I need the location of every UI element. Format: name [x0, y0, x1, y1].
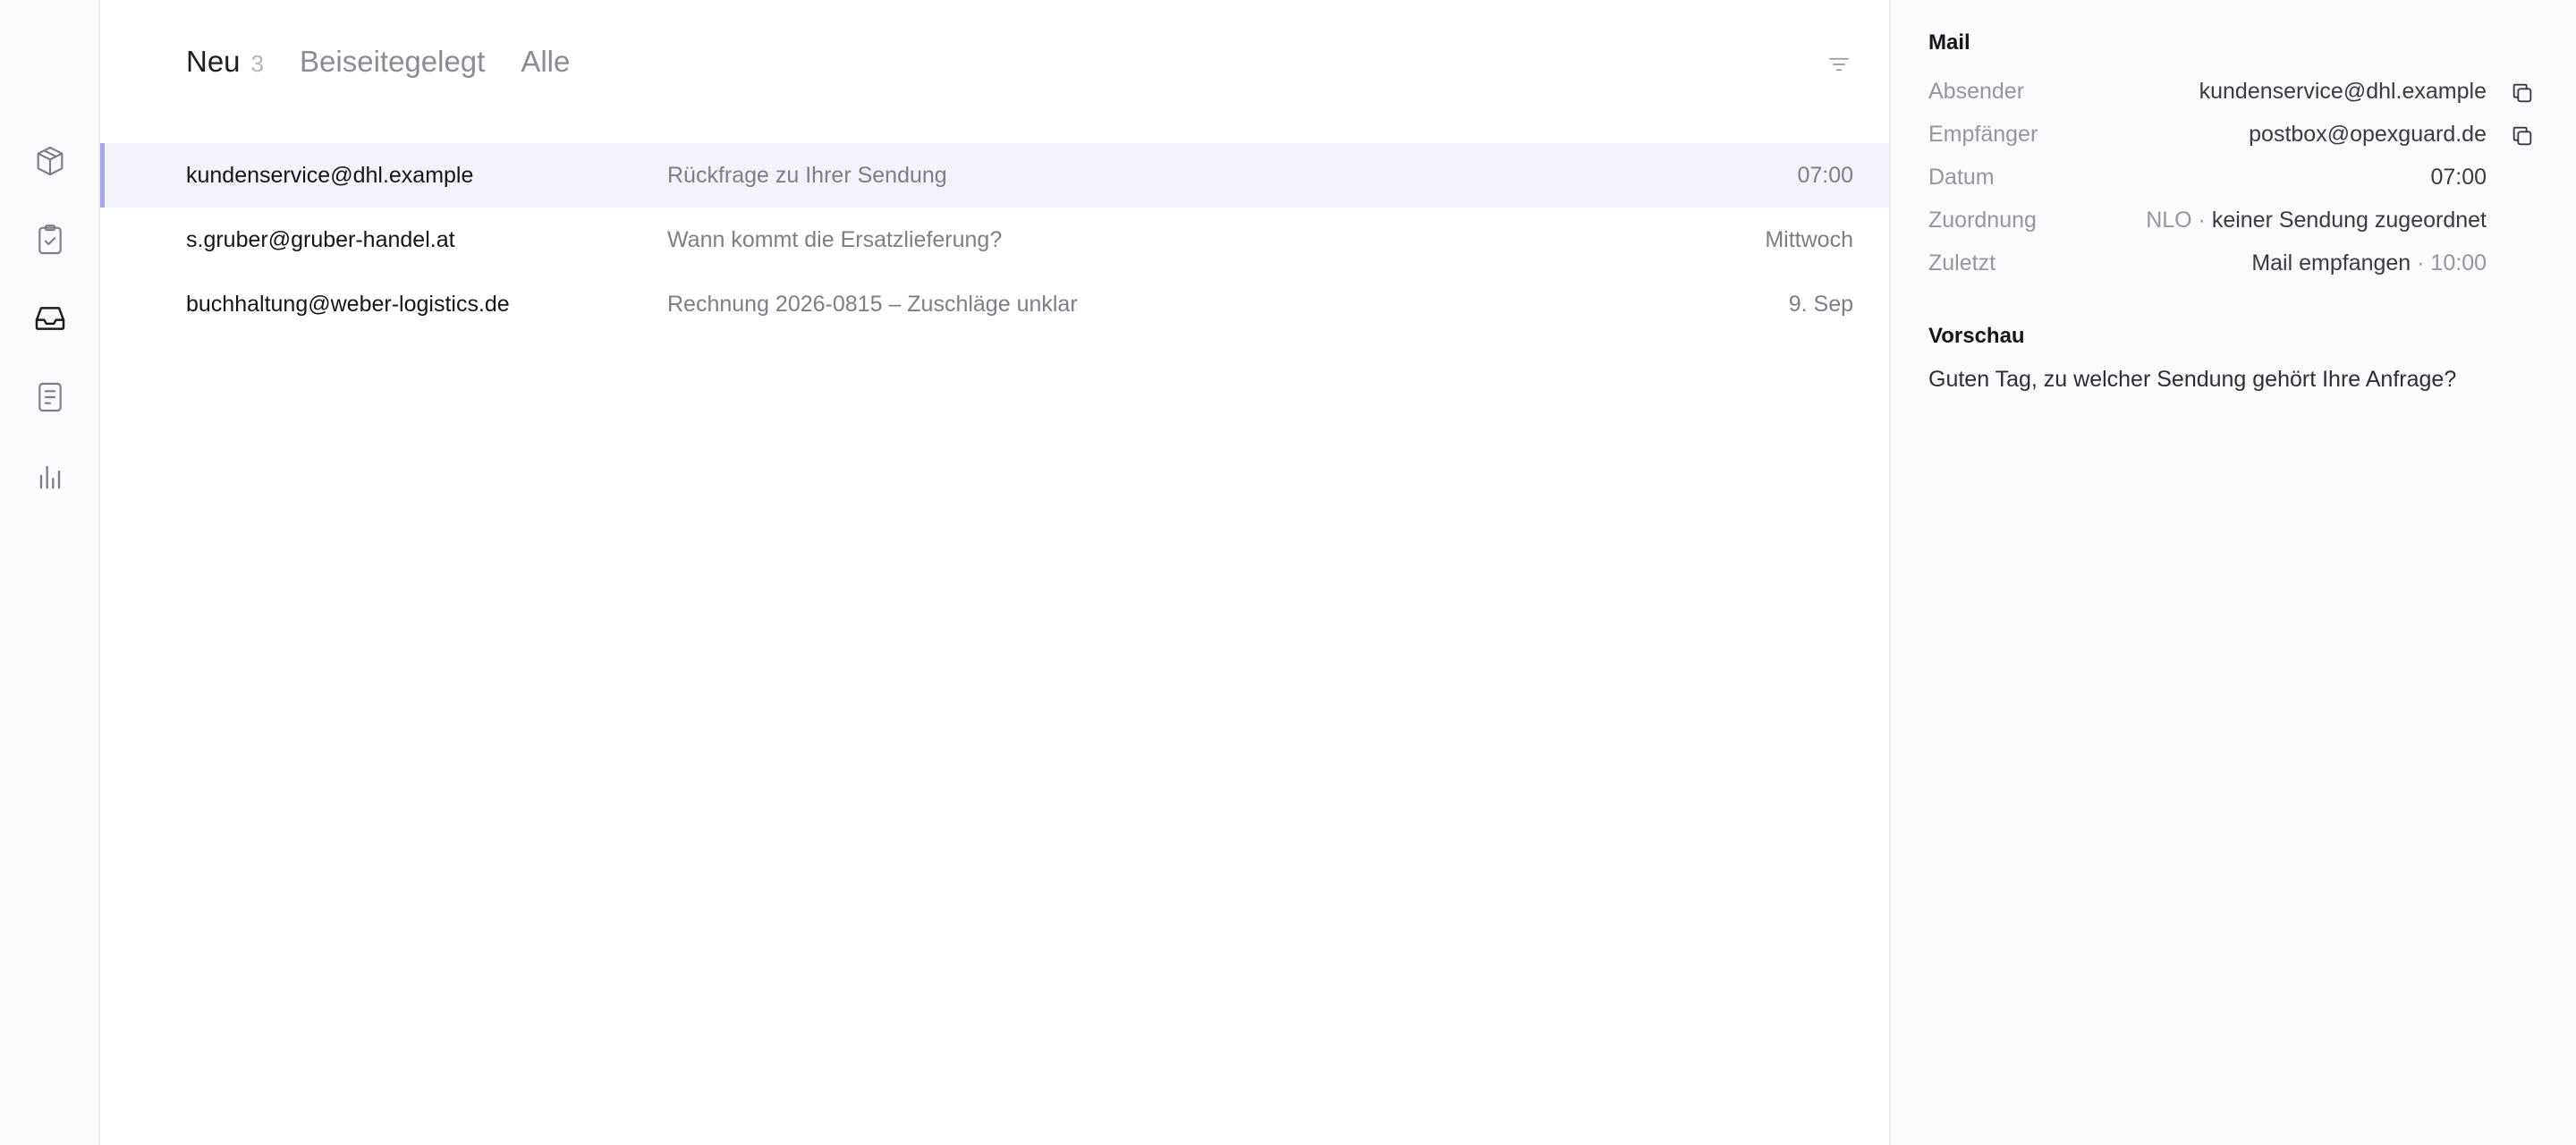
mail-sender: buchhaltung@weber-logistics.de	[186, 292, 510, 317]
package-icon	[37, 146, 64, 176]
mail-subject: Wann kommt die Ersatzlieferung?	[667, 227, 1003, 252]
mail-sender: s.gruber@gruber-handel.at	[186, 227, 455, 252]
mail-subject: Rückfrage zu Ihrer Sendung	[667, 163, 947, 188]
last-activity-time: · 10:00	[2411, 250, 2487, 276]
date-field: Datum 07:00	[1928, 165, 2487, 200]
mail-sender: kundenservice@dhl.example	[186, 163, 474, 188]
detail-title: Mail	[1928, 30, 1970, 55]
mail-subject: Rechnung 2026-0815 – Zuschläge unklar	[667, 292, 1078, 317]
mail-list: kundenservice@dhl.example Rückfrage zu I…	[100, 143, 1889, 336]
sender-field: Absender kundenservice@dhl.example	[1928, 79, 2487, 114]
tab-new-count: 3	[250, 50, 265, 77]
recipient-value: postbox@opexguard.de	[2249, 122, 2487, 147]
assignment-label: Zuordnung	[1928, 208, 2037, 233]
copy-icon	[2512, 126, 2532, 146]
tab-parked[interactable]: Beiseitegelegt	[300, 45, 485, 79]
last-activity-label: Zuletzt	[1928, 250, 1996, 276]
copy-icon	[2512, 83, 2532, 103]
mail-row[interactable]: s.gruber@gruber-handel.at Wann kommt die…	[100, 208, 1889, 272]
last-activity-value-group: Mail empfangen · 10:00	[2251, 250, 2487, 276]
assignment-field: Zuordnung NLO · keiner Sendung zugeordne…	[1928, 208, 2487, 243]
inbox-icon	[35, 307, 65, 330]
copy-recipient-button[interactable]	[2508, 122, 2537, 150]
tab-new[interactable]: Neu	[186, 45, 241, 79]
document-icon	[38, 382, 62, 412]
mail-row[interactable]: kundenservice@dhl.example Rückfrage zu I…	[100, 143, 1889, 208]
tab-all[interactable]: Alle	[521, 45, 570, 79]
filter-icon	[1829, 57, 1849, 72]
mail-detail-panel: Mail Absender kundenservice@dhl.example …	[1889, 0, 2576, 1145]
last-activity-field: Zuletzt Mail empfangen · 10:00	[1928, 250, 2487, 286]
mail-tabs: Neu 3 Beiseitegelegt Alle	[186, 45, 606, 79]
mail-date: Mittwoch	[1765, 227, 1853, 252]
last-activity-value: Mail empfangen	[2251, 250, 2411, 276]
bar-chart-icon	[39, 465, 61, 489]
copy-sender-button[interactable]	[2508, 79, 2537, 107]
recipient-label: Empfänger	[1928, 122, 2038, 147]
assignment-value: keiner Sendung zugeordnet	[2211, 208, 2487, 233]
nav-tasks-button[interactable]	[29, 218, 72, 261]
assignment-value-group: NLO · keiner Sendung zugeordnet	[2146, 208, 2487, 233]
assignment-prefix: NLO ·	[2146, 208, 2212, 233]
recipient-field: Empfänger postbox@opexguard.de	[1928, 122, 2487, 157]
sender-value: kundenservice@dhl.example	[2199, 79, 2487, 104]
preview-title: Vorschau	[1928, 324, 2025, 348]
date-value: 07:00	[2430, 165, 2487, 190]
nav-documents-button[interactable]	[29, 376, 72, 419]
preview-text: Guten Tag, zu welcher Sendung gehört Ihr…	[1928, 367, 2457, 392]
clipboard-check-icon	[38, 225, 62, 255]
nav-inbox-button[interactable]	[29, 297, 72, 340]
date-label: Datum	[1928, 165, 1995, 190]
sender-label: Absender	[1928, 79, 2025, 104]
mail-date: 9. Sep	[1788, 292, 1853, 317]
mail-date: 07:00	[1797, 163, 1853, 188]
filter-button[interactable]	[1821, 47, 1857, 82]
mail-row[interactable]: buchhaltung@weber-logistics.de Rechnung …	[100, 272, 1889, 336]
mail-list-pane: Neu 3 Beiseitegelegt Alle kundenservice@…	[100, 0, 1889, 1145]
nav-shipments-button[interactable]	[29, 140, 72, 182]
nav-rail	[0, 0, 100, 1145]
nav-reports-button[interactable]	[29, 454, 72, 497]
